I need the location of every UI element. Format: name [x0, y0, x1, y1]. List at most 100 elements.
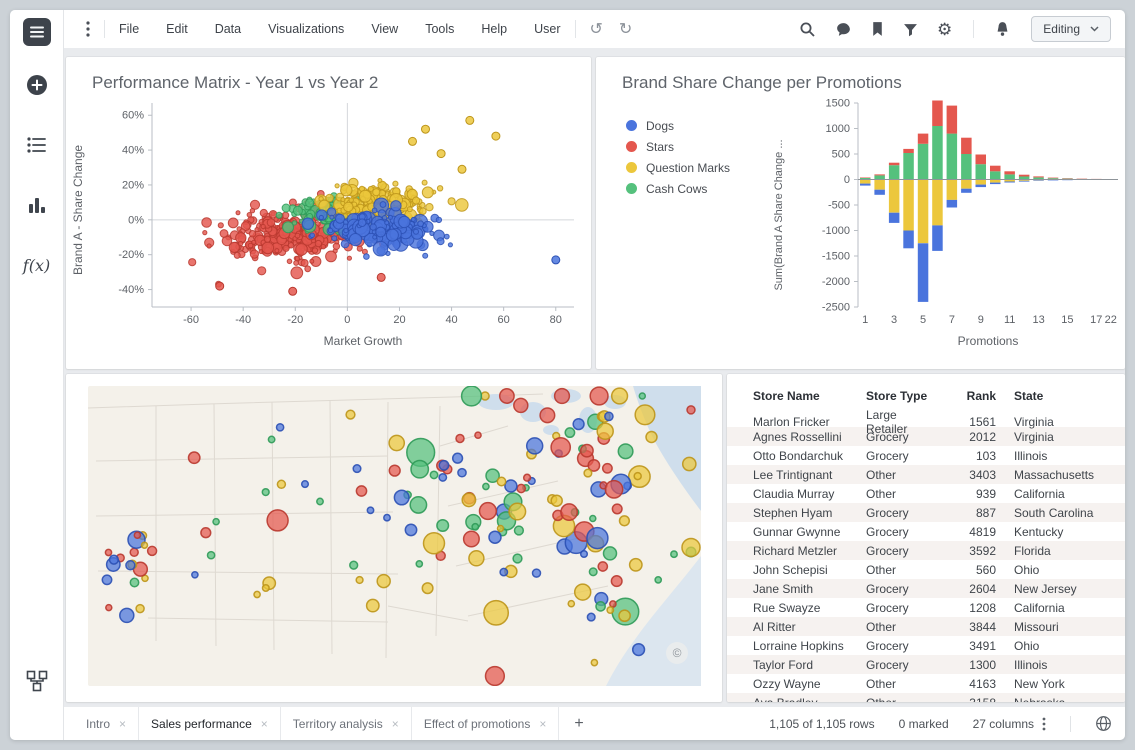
- table-row[interactable]: Marlon FrickerLarge Retailer1561Virginia: [727, 408, 1125, 427]
- menu-item-user[interactable]: User: [534, 22, 560, 36]
- table-cell: 1208: [938, 601, 996, 615]
- svg-text:-40: -40: [235, 314, 251, 326]
- us-map[interactable]: [88, 386, 701, 686]
- undo-icon[interactable]: ↺: [590, 19, 603, 39]
- table-row[interactable]: Jane SmithGrocery2604New Jersey: [727, 579, 1125, 598]
- tab-effect-of-promotions[interactable]: Effect of promotions×: [412, 707, 560, 740]
- sidebar-item-visualizations[interactable]: [19, 190, 55, 220]
- table-cell: 103: [938, 449, 996, 463]
- table-row[interactable]: Richard MetzlerGrocery3592Florida: [727, 541, 1125, 560]
- table-row[interactable]: Taylor FordGrocery1300Illinois: [727, 655, 1125, 674]
- add-page-button[interactable]: +: [559, 715, 598, 733]
- tab-close-icon[interactable]: ×: [392, 717, 399, 731]
- column-header-store-name[interactable]: Store Name: [753, 389, 866, 403]
- status-kebab-icon[interactable]: [1042, 717, 1046, 731]
- app-window: f(x) File Edit Data Visualizations View Tools…: [10, 10, 1125, 740]
- editing-mode-label: Editing: [1043, 22, 1080, 36]
- tab-close-icon[interactable]: ×: [119, 717, 126, 731]
- sidebar-item-data[interactable]: [19, 130, 55, 160]
- table-cell: New Jersey: [996, 582, 1125, 596]
- table-cell: 887: [938, 506, 996, 520]
- tab-territory-analysis[interactable]: Territory analysis×: [281, 707, 412, 740]
- table-row[interactable]: Agnes RosselliniGrocery2012Virginia: [727, 427, 1125, 446]
- tab-close-icon[interactable]: ×: [539, 717, 546, 731]
- status-bar: Intro×Sales performance×Territory analys…: [64, 707, 1125, 740]
- column-header-rank[interactable]: Rank: [938, 389, 996, 403]
- table-row[interactable]: Claudia MurrayOther939California: [727, 484, 1125, 503]
- data-table-icon: [26, 135, 48, 155]
- menu-item-help[interactable]: Help: [481, 22, 507, 36]
- column-header-store-type[interactable]: Store Type: [866, 389, 938, 403]
- table-row[interactable]: Al RitterOther3844Missouri: [727, 617, 1125, 636]
- row-count-status: 1,105 of 1,105 rows: [769, 717, 874, 731]
- notifications-bell-icon[interactable]: [995, 21, 1010, 37]
- table-row[interactable]: Gunnar GwynneGrocery4819Kentucky: [727, 522, 1125, 541]
- table-cell: Massachusetts: [996, 468, 1125, 482]
- table-cell: Grocery: [866, 582, 938, 596]
- table-row[interactable]: Stephen HyamGrocery887South Carolina: [727, 503, 1125, 522]
- svg-text:80: 80: [550, 314, 562, 326]
- table-cell: Jane Smith: [753, 582, 866, 596]
- map-attribution[interactable]: ©: [666, 642, 688, 664]
- kebab-menu-icon[interactable]: [86, 21, 90, 37]
- table-row[interactable]: John SchepisiOther560Ohio: [727, 560, 1125, 579]
- sidebar-item-data-canvas[interactable]: [19, 666, 55, 696]
- menu-item-view[interactable]: View: [371, 22, 398, 36]
- column-header-state[interactable]: State: [996, 389, 1125, 403]
- filters-icon[interactable]: [903, 22, 918, 37]
- tab-sales-performance[interactable]: Sales performance×: [139, 707, 281, 740]
- table-row[interactable]: Lorraine HopkinsGrocery3491Ohio: [727, 636, 1125, 655]
- table-cell: 4819: [938, 525, 996, 539]
- table-cell: 1300: [938, 658, 996, 672]
- menu-bar: File Edit Data Visualizations View Tools Help U…: [119, 22, 561, 36]
- table-row[interactable]: Rue SwayzeGrocery1208California: [727, 598, 1125, 617]
- table-row[interactable]: Otto BondarchukGrocery103Illinois: [727, 446, 1125, 465]
- divider: [973, 20, 974, 38]
- bar-segments: [860, 101, 1116, 302]
- svg-text:22: 22: [1105, 314, 1117, 326]
- bar-panel: Brand Share Change per Promotions DogsSt…: [596, 57, 1125, 369]
- svg-text:500: 500: [832, 149, 850, 161]
- svg-text:60%: 60%: [122, 110, 144, 122]
- column-count-status: 27 columns: [973, 717, 1034, 731]
- globe-icon[interactable]: [1095, 715, 1112, 732]
- table-row[interactable]: Lee TrintignantOther3403Massachusetts: [727, 465, 1125, 484]
- page-tabs: Intro×Sales performance×Territory analys…: [74, 707, 559, 740]
- add-visualization-button[interactable]: [19, 70, 55, 100]
- menu-item-tools[interactable]: Tools: [425, 22, 454, 36]
- menu-item-visualizations[interactable]: Visualizations: [268, 22, 344, 36]
- table-row[interactable]: Ozzy WayneOther4163New York: [727, 674, 1125, 693]
- menu-item-data[interactable]: Data: [215, 22, 241, 36]
- tab-label: Intro: [86, 717, 110, 731]
- menu-item-edit[interactable]: Edit: [166, 22, 188, 36]
- svg-text:-60: -60: [183, 314, 199, 326]
- table-row[interactable]: Ava BradleyOther3158Nebraska: [727, 693, 1125, 702]
- plus-circle-icon: [26, 74, 48, 96]
- svg-text:1: 1: [862, 314, 868, 326]
- data-canvas-icon: [25, 669, 49, 693]
- toolbar: File Edit Data Visualizations View Tools Help U…: [64, 10, 1125, 48]
- svg-text:Market Growth: Market Growth: [324, 334, 403, 348]
- sidebar-item-calculations[interactable]: f(x): [19, 250, 55, 280]
- tab-close-icon[interactable]: ×: [261, 717, 268, 731]
- redo-icon[interactable]: ↻: [619, 19, 632, 39]
- table-cell: Other: [866, 677, 938, 691]
- table-cell: California: [996, 487, 1125, 501]
- bar-chart[interactable]: 150010005000-500-1000-1500-2000-25001357…: [596, 95, 1125, 367]
- table-cell: Lorraine Hopkins: [753, 639, 866, 653]
- app-menu-logo[interactable]: [23, 18, 51, 46]
- svg-text:0: 0: [844, 174, 850, 186]
- tab-intro[interactable]: Intro ×: [74, 707, 139, 740]
- settings-gear-icon[interactable]: ⚙: [937, 21, 952, 38]
- menu-item-file[interactable]: File: [119, 22, 139, 36]
- comments-icon[interactable]: [835, 22, 852, 37]
- editing-mode-dropdown[interactable]: Editing: [1031, 16, 1111, 42]
- table-cell: Missouri: [996, 620, 1125, 634]
- bookmarks-icon[interactable]: [871, 21, 884, 37]
- table-cell: Virginia: [996, 415, 1125, 429]
- table-cell: 939: [938, 487, 996, 501]
- table-cell: Florida: [996, 544, 1125, 558]
- search-icon[interactable]: [799, 21, 816, 38]
- table-cell: Illinois: [996, 449, 1125, 463]
- scatter-plot[interactable]: 60%40%20%0%-20%-40%-60-40-20020406080Mar…: [66, 95, 591, 367]
